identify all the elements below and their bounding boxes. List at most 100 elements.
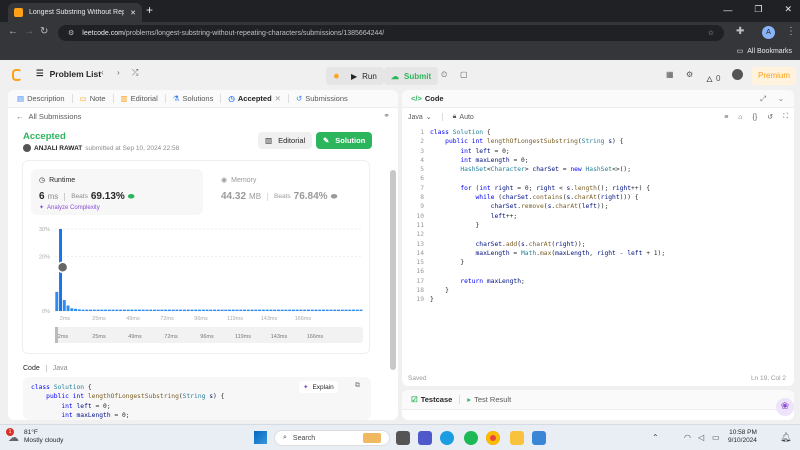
- site-info-icon[interactable]: ⚙: [68, 29, 74, 37]
- tab-code[interactable]: </> Code: [408, 94, 447, 103]
- code-line[interactable]: int left = 0;: [430, 147, 786, 156]
- browser-tab[interactable]: Longest Substring Without Repe ✕: [8, 3, 142, 22]
- code-line[interactable]: maxLength = Math.max(maxLength, right - …: [430, 249, 786, 258]
- chevron-up-icon[interactable]: ⌃: [652, 433, 659, 442]
- problem-list-button[interactable]: ☰ Problem List: [36, 68, 101, 79]
- brain-ai-icon[interactable]: ❀: [776, 398, 794, 416]
- code-line[interactable]: }: [430, 221, 786, 230]
- spotify-icon[interactable]: [464, 431, 478, 445]
- back-to-submissions[interactable]: ← All Submissions: [16, 112, 81, 121]
- runtime-distribution-chart[interactable]: 30% 20% 0% 2ms 25ms 49ms 72ms 96ms 119ms 143ms 166…: [23, 221, 371, 353]
- maximize-icon[interactable]: ❐: [754, 4, 762, 15]
- premium-button[interactable]: Premium: [752, 67, 797, 85]
- code-line[interactable]: left++;: [430, 212, 786, 221]
- submit-button[interactable]: ☁ Submit: [384, 67, 439, 85]
- teams-icon[interactable]: [418, 431, 432, 445]
- close-tab-accepted-icon[interactable]: ✕: [275, 94, 281, 103]
- auto-mode-toggle[interactable]: 🔒︎ Auto: [453, 113, 474, 121]
- expand-icon[interactable]: ⤢: [760, 94, 766, 104]
- prev-problem-icon[interactable]: ‹: [101, 68, 104, 77]
- reload-icon[interactable]: ↻: [40, 26, 48, 37]
- bookmark-star-icon[interactable]: ☆: [708, 29, 714, 37]
- code-line[interactable]: while (charSet.contains(s.charAt(right))…: [430, 193, 786, 202]
- tab-test-result[interactable]: ▸ Test Result: [464, 395, 514, 404]
- code-line[interactable]: [430, 267, 786, 276]
- profile-avatar[interactable]: A: [762, 26, 775, 39]
- code-editor-text[interactable]: class Solution { public int lengthOfLong…: [430, 128, 786, 305]
- edge-icon[interactable]: [440, 431, 454, 445]
- settings-gear-icon[interactable]: ⚙: [686, 70, 693, 79]
- coins-counter[interactable]: 🜂 0: [706, 70, 720, 87]
- code-line[interactable]: [430, 230, 786, 239]
- wifi-icon[interactable]: ◠: [684, 433, 691, 442]
- new-tab-icon[interactable]: +: [146, 3, 153, 17]
- code-line[interactable]: return maxLength;: [430, 277, 786, 286]
- url-bar[interactable]: ⚙ leetcode.com/problems/longest-substrin…: [58, 25, 724, 41]
- leetcode-logo-icon[interactable]: [12, 69, 22, 81]
- share-link-icon[interactable]: ⚭: [383, 111, 390, 120]
- code-line[interactable]: public int lengthOfLongestSubstring(Stri…: [430, 137, 786, 146]
- extensions-icon[interactable]: ✚: [736, 26, 744, 37]
- left-panel-scrollbar[interactable]: [390, 170, 396, 370]
- code-line[interactable]: [430, 174, 786, 183]
- next-problem-icon[interactable]: ›: [117, 68, 120, 77]
- collapse-panel-icon[interactable]: ⌄: [778, 94, 784, 103]
- solution-button[interactable]: ✎ Solution: [316, 132, 373, 149]
- editorial-button[interactable]: ▥ Editorial: [258, 132, 313, 149]
- task-view-icon[interactable]: [396, 431, 410, 445]
- forward-icon[interactable]: →: [24, 26, 34, 37]
- back-icon[interactable]: ←: [8, 26, 18, 37]
- tab-submissions[interactable]: ↺ Submissions: [293, 94, 351, 103]
- runtime-card[interactable]: ◷ Runtime 6 ms Beats 69.13% ⬬ ✦ Analyze Co…: [31, 169, 203, 215]
- code-line[interactable]: }: [430, 258, 786, 267]
- close-window-icon[interactable]: ✕: [784, 4, 792, 15]
- fullscreen-icon[interactable]: ⛶: [783, 113, 788, 121]
- taskbar-search[interactable]: ⌕ Search: [274, 430, 390, 446]
- reset-icon[interactable]: ↺: [767, 113, 773, 121]
- slider-tick-label: 143ms: [271, 334, 288, 340]
- run-button[interactable]: ▶ Run: [344, 67, 384, 85]
- bookmark-icon[interactable]: ⌂: [738, 114, 742, 121]
- code-line[interactable]: }: [430, 286, 786, 295]
- tab-note[interactable]: ▭ Note: [77, 94, 109, 103]
- copy-icon[interactable]: ⧉: [355, 382, 360, 390]
- code-line[interactable]: HashSet<Character> charSet = new HashSet…: [430, 165, 786, 174]
- user-avatar[interactable]: [732, 69, 743, 80]
- tab-solutions[interactable]: ⚗ Solutions: [170, 94, 217, 103]
- code-line[interactable]: int maxLength = 0;: [430, 156, 786, 165]
- tab-accepted[interactable]: ◷ Accepted ✕: [225, 94, 284, 103]
- notes-icon[interactable]: ▢: [460, 70, 468, 79]
- timer-icon[interactable]: ⏲: [441, 70, 447, 80]
- code-line[interactable]: charSet.add(s.charAt(right));: [430, 240, 786, 249]
- close-tab-icon[interactable]: ✕: [130, 9, 136, 17]
- address-bar-row: ← → ↻ ⚙ leetcode.com/problems/longest-su…: [0, 22, 800, 44]
- menu-icon[interactable]: ⋮: [786, 26, 796, 37]
- minimize-icon[interactable]: —: [723, 5, 732, 15]
- analyze-complexity-link[interactable]: ✦ Analyze Complexity: [39, 204, 100, 212]
- code-line[interactable]: for (int right = 0; right < s.length(); …: [430, 184, 786, 193]
- explain-button[interactable]: ✦ Explain: [299, 381, 338, 393]
- battery-icon[interactable]: ▭: [712, 433, 720, 442]
- braces-icon[interactable]: {}: [753, 114, 758, 121]
- code-line[interactable]: charSet.remove(s.charAt(left));: [430, 202, 786, 211]
- volume-icon[interactable]: ◁: [698, 433, 704, 442]
- chrome-icon[interactable]: [486, 431, 500, 445]
- weather-widget[interactable]: ☁ 1 81°F Mostly cloudy: [6, 427, 63, 445]
- layout-icon[interactable]: ▦: [666, 70, 674, 79]
- code-line[interactable]: }: [430, 295, 786, 304]
- memory-card[interactable]: ◉ Memory 44.32 MB Beats 76.84% ⬬: [215, 169, 365, 215]
- language-select[interactable]: Java ⌄: [408, 113, 432, 122]
- store-icon[interactable]: [532, 431, 546, 445]
- clock[interactable]: 10:58 PM 9/10/2024: [728, 429, 757, 445]
- code-line[interactable]: class Solution {: [430, 128, 786, 137]
- tab-testcase[interactable]: ☑ Testcase: [408, 395, 455, 404]
- all-bookmarks[interactable]: ▭ All Bookmarks: [737, 47, 792, 56]
- shuffle-icon[interactable]: ⤮: [132, 68, 138, 78]
- format-icon[interactable]: ≡: [724, 114, 728, 121]
- windows-start-icon[interactable]: [254, 431, 267, 444]
- file-explorer-icon[interactable]: [510, 431, 524, 445]
- submitter-name[interactable]: ANJALI RAWAT: [34, 145, 82, 152]
- tab-editorial[interactable]: ▥ Editorial: [118, 94, 161, 103]
- tab-description[interactable]: ▤ Description: [14, 94, 68, 103]
- notifications-bell-icon[interactable]: 🔔︎: [780, 432, 791, 443]
